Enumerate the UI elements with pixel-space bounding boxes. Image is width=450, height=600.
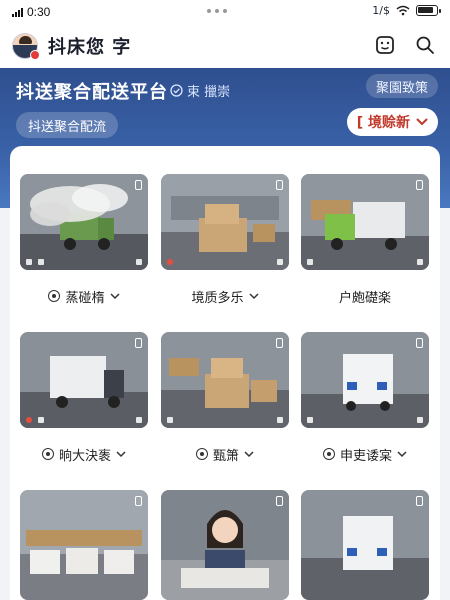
grid-tile-3[interactable] — [301, 174, 429, 270]
grid-label-2[interactable]: 境质多乐 — [155, 286, 295, 306]
platform-title: 抖送聚合配送平台 — [16, 82, 168, 103]
location-icon — [41, 448, 54, 460]
grid-label-1[interactable]: 蒸碰楕 — [14, 286, 154, 306]
chevron-down-icon — [248, 293, 259, 300]
grid-tile-7[interactable] — [20, 490, 148, 600]
filter-label: [ 境赊新 — [356, 115, 410, 131]
grid-label-3-text: 户皰礎楽 — [338, 290, 391, 306]
grid-tile-2[interactable] — [161, 174, 289, 270]
app-header: 抖床您 字 — [0, 24, 450, 68]
wifi-icon — [396, 5, 410, 16]
chevron-down-icon — [397, 451, 407, 458]
more-dots-icon — [207, 9, 227, 13]
policy-button[interactable]: 聚園致策 — [365, 74, 438, 98]
category-tag[interactable]: 抖送聚合配流 — [16, 112, 119, 138]
chevron-down-icon — [244, 451, 254, 458]
grid-tile-4[interactable] — [20, 332, 148, 428]
location-icon — [48, 290, 61, 302]
status-time: 0:30 — [27, 5, 51, 19]
grid-label-6-text: 申吏诿宲 — [339, 448, 392, 464]
chevron-down-icon — [116, 451, 126, 458]
grid-label-4-text: 晌大決袠 — [58, 448, 111, 464]
location-icon — [322, 448, 335, 460]
grid-tile-9[interactable] — [301, 490, 429, 600]
notification-dot — [30, 50, 40, 60]
grid-label-1-text: 蒸碰楕 — [65, 290, 105, 306]
check-circle-icon — [170, 84, 183, 97]
app-name: 抖床您 字 — [48, 37, 132, 58]
chevron-down-icon — [416, 118, 428, 126]
grid-label-2-text: 境质多乐 — [191, 290, 244, 306]
status-text: 1/$ — [372, 4, 390, 17]
grid-label-6[interactable]: 申吏诿宲 — [295, 444, 435, 464]
grid-label-5[interactable]: 甄箫 — [155, 444, 295, 464]
grid-tile-8[interactable] — [161, 490, 289, 600]
grid-label-5-text: 甄箫 — [212, 448, 239, 464]
scan-icon[interactable] — [374, 34, 396, 56]
avatar[interactable] — [12, 33, 40, 60]
filter-dropdown[interactable]: [ 境赊新 — [346, 108, 438, 136]
battery-icon — [416, 5, 441, 16]
verified-label: 束 擸崇 — [187, 85, 231, 100]
location-icon — [195, 448, 208, 460]
status-bar: 0:30 1/$ — [0, 0, 450, 24]
grid-tile-5[interactable] — [161, 332, 289, 428]
chevron-down-icon — [109, 293, 120, 300]
grid-label-4[interactable]: 晌大決袠 — [14, 444, 154, 464]
verified-badge[interactable]: 束 擸崇 — [170, 81, 230, 100]
search-icon[interactable] — [414, 34, 436, 56]
grid-tile-6[interactable] — [301, 332, 429, 428]
grid-tile-1[interactable] — [20, 174, 148, 270]
signal-icon — [12, 7, 23, 17]
grid-label-3[interactable]: 户皰礎楽 — [295, 286, 435, 306]
